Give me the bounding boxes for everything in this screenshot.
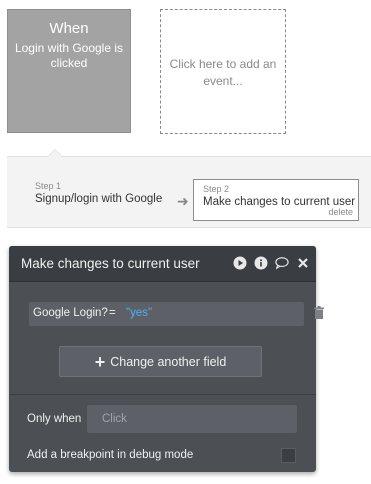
workflow-steps-strip: Step 1 Signup/login with Google ➜ Step 2… xyxy=(7,156,371,228)
change-another-field-button[interactable]: + Change another field xyxy=(59,346,262,377)
breakpoint-checkbox[interactable] xyxy=(281,448,296,463)
comment-icon[interactable] xyxy=(275,256,289,270)
step-number-label: Step 1 xyxy=(35,181,62,191)
only-when-label: Only when xyxy=(27,413,82,425)
breakpoint-label: Add a breakpoint in debug mode xyxy=(27,449,194,461)
panel-title: Make changes to current user xyxy=(21,256,200,271)
step-number-label: Step 2 xyxy=(203,184,230,194)
step-title: Signup/login with Google xyxy=(35,193,163,205)
event-when-heading: When xyxy=(49,20,89,37)
field-name-label: Google Login? xyxy=(33,307,108,319)
play-icon[interactable] xyxy=(233,256,247,270)
trash-icon[interactable] xyxy=(314,306,324,324)
only-when-input[interactable] xyxy=(87,405,297,433)
step-1[interactable]: Step 1 Signup/login with Google xyxy=(35,181,162,205)
panel-header-icons xyxy=(233,256,310,270)
event-description: Login with Google is clicked xyxy=(14,41,124,70)
step-2[interactable]: Step 2 Make changes to current user dele… xyxy=(193,179,359,221)
arrow-right-icon: ➜ xyxy=(177,193,189,209)
add-event-placeholder[interactable]: Click here to add an event... xyxy=(160,9,286,134)
info-icon[interactable] xyxy=(254,256,268,270)
plus-icon: + xyxy=(94,351,106,372)
event-card-login-with-google[interactable]: When Login with Google is clicked xyxy=(7,9,131,133)
delete-step-link[interactable]: delete xyxy=(328,207,353,217)
change-another-field-label: Change another field xyxy=(110,354,227,369)
field-operator: = xyxy=(109,307,116,319)
panel-header: Make changes to current user xyxy=(9,246,316,282)
field-assignment-row[interactable]: Google Login? = "yes" xyxy=(29,302,324,326)
field-value[interactable]: "yes" xyxy=(126,307,152,319)
action-editor-panel: Make changes to current user Google Logi… xyxy=(9,246,324,472)
close-icon[interactable] xyxy=(296,256,310,270)
strip-pointer-inner xyxy=(48,150,62,157)
panel-divider xyxy=(9,394,316,395)
